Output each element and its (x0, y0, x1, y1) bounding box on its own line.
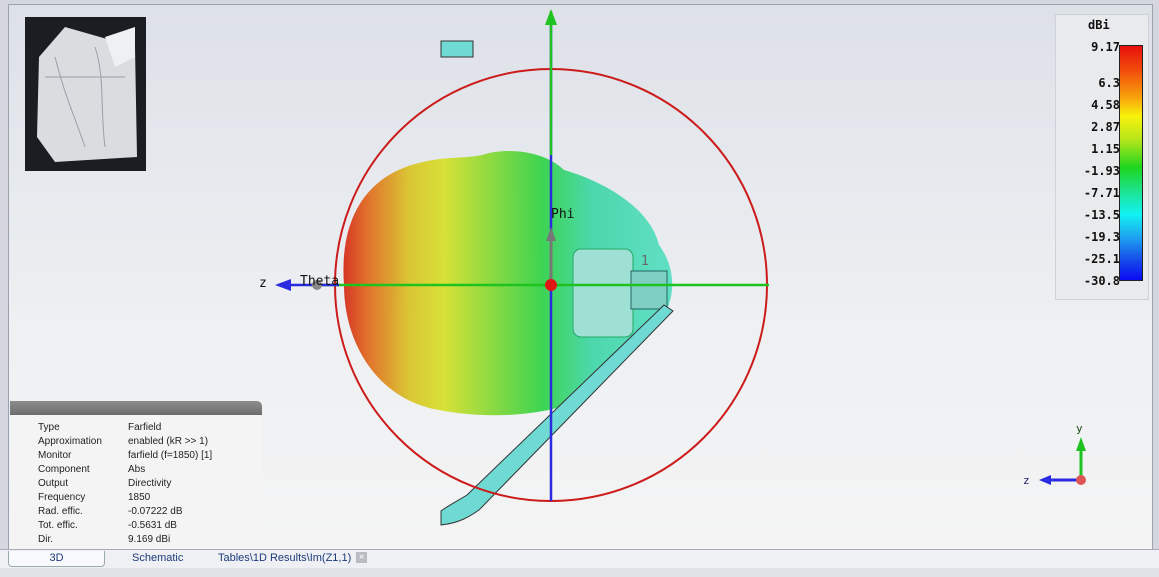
connector-body (572, 248, 634, 338)
y-arrow-icon (545, 9, 557, 25)
legend-tick: 2.87 (1091, 120, 1120, 134)
info-panel-header (10, 401, 262, 415)
legend-tick: 9.17 (1091, 40, 1120, 54)
port-label: 1 (641, 254, 649, 269)
info-key: Frequency (38, 491, 86, 503)
info-row: Monitor farfield (f=1850) [1] (38, 448, 212, 462)
label-box (440, 40, 474, 58)
info-row: Rad. effic. -0.07222 dB (38, 504, 212, 518)
legend-tick: 1.15 (1091, 142, 1120, 156)
z-label: z (259, 276, 267, 291)
info-row: Tot. effic. -0.5631 dB (38, 518, 212, 532)
z-arrow-icon (275, 279, 291, 291)
mini-z-label: z (1023, 474, 1030, 487)
mini-z-arrow-icon (1039, 475, 1051, 485)
info-value: Directivity (128, 477, 172, 489)
info-row: Frequency 1850 (38, 490, 212, 504)
result-info-panel: Type Farfield Approximation enabled (kR >>… (10, 401, 262, 547)
info-value: -0.5631 dB (128, 519, 177, 531)
legend-tick: 4.58 (1091, 98, 1120, 112)
legend-tick: 6.3 (1098, 76, 1120, 90)
info-row: Output Directivity (38, 476, 212, 490)
tab-im-z11-results[interactable]: Tables\1D Results\Im(Z1,1) (218, 551, 351, 566)
legend-tick: -13.5 (1083, 208, 1120, 222)
mini-y-arrow-icon (1076, 437, 1086, 451)
info-key: Rad. effic. (38, 505, 83, 517)
info-row: Approximation enabled (kR >> 1) (38, 434, 212, 448)
origin-marker-icon (545, 279, 557, 291)
info-table: Type Farfield Approximation enabled (kR >>… (38, 420, 212, 546)
color-legend: dBi 9.17 6.3 4.58 2.87 1.15 -1.93 -7.71 … (1055, 14, 1149, 300)
info-value: 9.169 dBi (128, 533, 171, 545)
status-bar (0, 568, 1159, 577)
phi-label: Phi (551, 207, 574, 222)
structure-thumbnail (25, 17, 146, 171)
info-value: Abs (128, 463, 146, 475)
info-row: Type Farfield (38, 420, 212, 434)
mini-y-label: y (1076, 422, 1083, 435)
info-row: Dir. 9.169 dBi (38, 532, 212, 546)
info-key: Monitor (38, 449, 72, 461)
info-key: Dir. (38, 533, 53, 545)
legend-tick: -1.93 (1083, 164, 1120, 178)
info-key: Component (38, 463, 90, 475)
legend-tick: -7.71 (1083, 186, 1120, 200)
mini-x-axis-icon (1076, 475, 1086, 485)
info-key: Output (38, 477, 69, 489)
legend-color-bar (1119, 45, 1143, 281)
legend-tick: -25.1 (1083, 252, 1120, 266)
tab-schematic[interactable]: Schematic (132, 551, 183, 566)
legend-tick: -30.8 (1083, 274, 1120, 288)
info-row: Component Abs (38, 462, 212, 476)
connector-tip (630, 270, 668, 310)
info-value: farfield (f=1850) [1] (128, 449, 213, 461)
legend-unit: dBi (1088, 18, 1110, 32)
info-key: Type (38, 421, 60, 433)
close-tab-icon[interactable]: × (356, 552, 367, 563)
info-value: 1850 (128, 491, 151, 503)
view-tab-bar: 3D Schematic Tables\1D Results\Im(Z1,1) … (0, 549, 1159, 568)
info-value: -0.07222 dB (128, 505, 183, 517)
legend-tick: -19.3 (1083, 230, 1120, 244)
info-value: Farfield (128, 421, 162, 433)
theta-label: Theta (300, 274, 339, 289)
info-key: Approximation (38, 435, 102, 447)
info-value: enabled (kR >> 1) (128, 435, 209, 447)
info-key: Tot. effic. (38, 519, 78, 531)
tab-3d[interactable]: 3D (8, 551, 105, 567)
